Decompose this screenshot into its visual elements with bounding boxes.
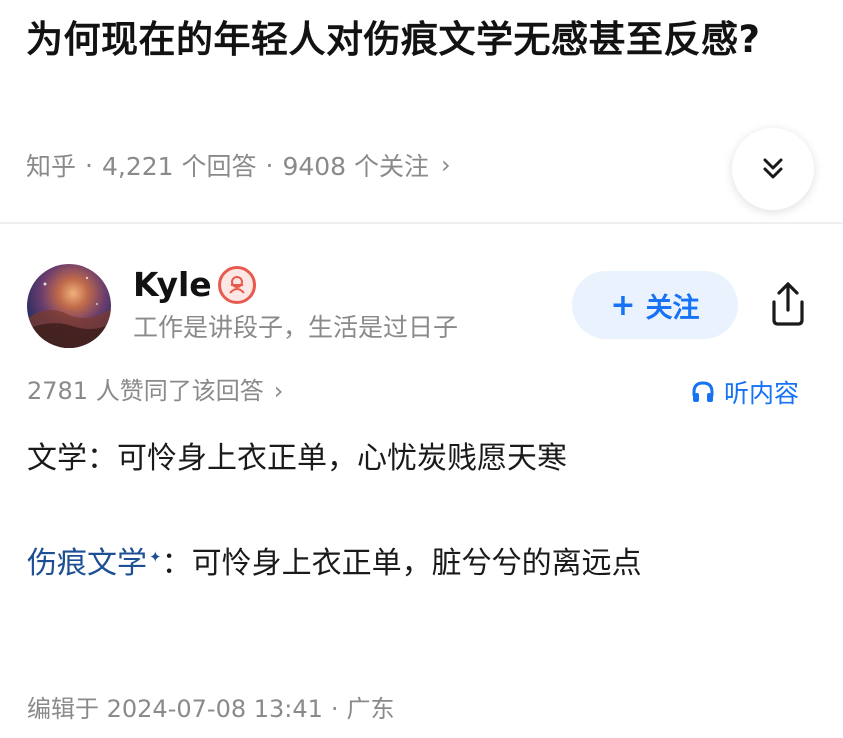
question-title[interactable]: 为何现在的年轻人对伤痕文学无感甚至反感? [26,12,816,68]
badge-glyph [229,276,245,294]
chevron-right-icon: › [441,151,451,179]
sparkle-icon: ✦ [149,548,162,566]
upvote-summary[interactable]: 2781 人赞同了该回答 › [27,374,283,408]
author-bio: 工作是讲段子，生活是过日子 [133,313,459,342]
meta-separator: · [85,150,93,180]
avatar-image [27,276,111,348]
edit-location: 广东 [346,695,395,723]
listen-label: 听内容 [724,379,800,408]
answer-paragraph: 文学：可怜身上衣正单，心忧炭贱愿天寒 [27,441,567,476]
question-meta[interactable]: 知乎 · 4,221 个回答 · 9408 个关注 › [26,147,451,183]
question-source: 知乎 [26,152,77,181]
paragraph-text: ：可怜身上衣正单，脏兮兮的离远点 [161,546,642,581]
follow-button[interactable]: + 关注 [572,271,738,339]
plus-icon: + [610,287,636,323]
topic-link-text: 伤痕文学 [27,546,147,581]
share-button[interactable] [763,278,813,330]
double-chevron-down-icon [763,158,783,179]
share-icon [772,282,804,326]
chevron-right-icon: › [273,377,284,405]
answers-count: 4,221 个回答 [101,152,257,181]
followers-count: 9408 个关注 [282,152,430,181]
topic-link[interactable]: 伤痕文学 ✦ [27,546,162,581]
author-name[interactable]: Kyle [133,263,212,307]
headphones-icon [692,381,714,402]
answer-paragraph: 伤痕文学 ✦：可怜身上衣正单，脏兮兮的离远点 [27,532,817,589]
edited-time: 编辑于 2024-07-08 13:41 [27,695,323,723]
collapse-button[interactable] [732,128,814,210]
avatar[interactable] [27,264,111,348]
meta-separator: · [265,150,274,180]
upvote-text: 2781 人赞同了该回答 [27,377,264,405]
follow-label: 关注 [645,292,700,324]
listen-button[interactable]: 听内容 [690,374,799,410]
section-divider [0,222,843,224]
meta-separator: · [330,695,339,723]
author-badge-icon[interactable] [218,266,256,304]
edit-info: 编辑于 2024-07-08 13:41 · 广东 [27,692,395,726]
